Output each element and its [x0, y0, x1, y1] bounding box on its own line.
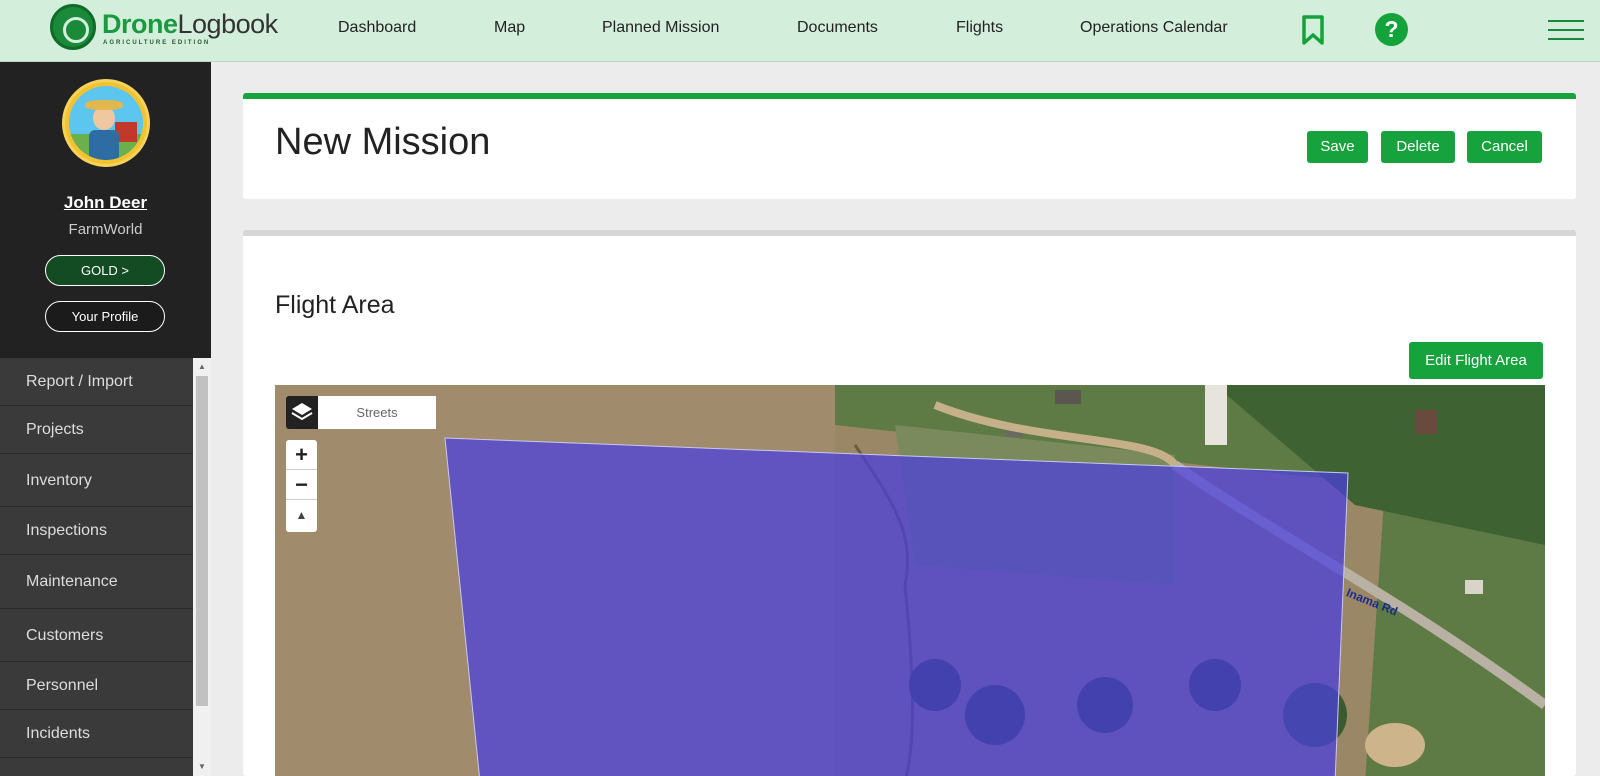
zoom-out-button[interactable]: − — [286, 470, 317, 500]
logo-subtitle: AGRICULTURE EDITION — [103, 40, 211, 46]
top-navbar: DroneLogbook AGRICULTURE EDITION Dashboa… — [0, 0, 1600, 62]
scroll-down-arrow-icon[interactable]: ▼ — [193, 760, 211, 774]
sidebar-menu: Report / Import Projects Inventory Inspe… — [0, 358, 193, 776]
sidebar-item-personnel[interactable]: Personnel — [0, 662, 193, 710]
app-logo[interactable]: DroneLogbook AGRICULTURE EDITION — [50, 4, 278, 50]
logo-text: DroneLogbook — [102, 9, 278, 39]
user-name-link[interactable]: John Deer — [0, 193, 211, 213]
help-icon[interactable]: ? — [1375, 13, 1408, 46]
satellite-map[interactable]: Inama Rd Streets + − ▲ — [275, 385, 1545, 776]
nav-operations-calendar[interactable]: Operations Calendar — [1080, 19, 1228, 37]
scroll-thumb[interactable] — [196, 376, 208, 706]
flight-area-card: Flight Area Edit Flight Area Inama Rd St… — [243, 230, 1576, 776]
nav-flights[interactable]: Flights — [956, 19, 1003, 37]
hamburger-menu-icon[interactable] — [1548, 20, 1584, 47]
zoom-in-button[interactable]: + — [286, 440, 317, 470]
nav-dashboard[interactable]: Dashboard — [338, 19, 416, 37]
bookmark-icon[interactable] — [1302, 15, 1324, 45]
company-name: FarmWorld — [68, 221, 143, 238]
layers-icon[interactable] — [286, 396, 318, 429]
scroll-up-arrow-icon[interactable]: ▲ — [193, 360, 211, 374]
map-canvas[interactable] — [275, 385, 1545, 776]
sidebar-item-incidents[interactable]: Incidents — [0, 710, 193, 758]
mission-header-card: New Mission Save Delete Cancel — [243, 93, 1576, 199]
your-profile-button[interactable]: Your Profile — [45, 301, 165, 332]
sidebar-item-inspections[interactable]: Inspections — [0, 507, 193, 555]
nav-documents[interactable]: Documents — [797, 19, 878, 37]
edit-flight-area-button[interactable]: Edit Flight Area — [1409, 342, 1543, 379]
map-layer-select[interactable]: Streets — [318, 396, 436, 429]
logo-icon — [50, 4, 96, 50]
gold-plan-button[interactable]: GOLD > — [45, 255, 165, 286]
sidebar-item-customers[interactable]: Customers — [0, 609, 193, 662]
sidebar-scrollbar[interactable]: ▲ ▼ — [193, 358, 211, 776]
sidebar-item-inventory[interactable]: Inventory — [0, 454, 193, 507]
save-button[interactable]: Save — [1307, 131, 1368, 163]
nav-map[interactable]: Map — [494, 19, 525, 37]
page-title: New Mission — [275, 121, 491, 163]
cancel-button[interactable]: Cancel — [1467, 131, 1542, 163]
sidebar-item-report-import[interactable]: Report / Import — [0, 358, 193, 406]
nav-planned-mission[interactable]: Planned Mission — [602, 19, 719, 37]
avatar[interactable] — [62, 79, 150, 167]
compass-reset-icon[interactable]: ▲ — [286, 500, 317, 530]
zoom-controls: + − ▲ — [286, 440, 317, 532]
sidebar-item-maintenance[interactable]: Maintenance — [0, 555, 193, 609]
flight-area-title: Flight Area — [275, 291, 395, 319]
sidebar-item-projects[interactable]: Projects — [0, 406, 193, 454]
sidebar: John Deer FarmWorld GOLD > Your Profile … — [0, 62, 211, 776]
delete-button[interactable]: Delete — [1381, 131, 1455, 163]
